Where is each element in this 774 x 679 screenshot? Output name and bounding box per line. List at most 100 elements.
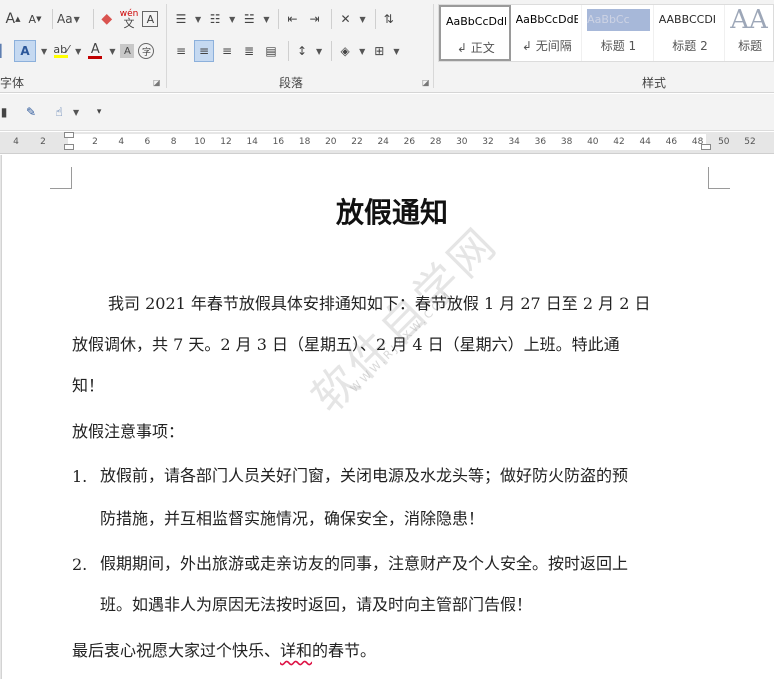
ruler-number: 36 [534,137,547,147]
ruler-number: 42 [613,137,625,147]
list-item-line: 放假前，请各部门人员关好门窗，关闭电源及水龙头等；做好防火防盗的预 [100,466,629,485]
style-title[interactable]: AA 标题 [725,5,773,61]
ruler-number: 4 [118,137,125,147]
ruler-number: 40 [587,137,599,147]
chinese-layout-dropdown[interactable]: ▼ [359,15,365,24]
ruler-number: 24 [377,137,389,147]
separator [52,9,53,29]
document-page[interactable]: 软件自学网 WWW.RJZXW.COM 放假通知 我司 2021 年春节放假具体… [1,155,774,679]
ruler-number: 22 [351,137,363,147]
bullets-icon[interactable]: ☰ [172,8,190,30]
phonetic-guide-button[interactable]: wén 文 [120,8,139,30]
distributed-icon[interactable]: ▤ [262,40,280,62]
ruler-number: 34 [508,137,520,147]
borders-icon[interactable]: ⊞ [370,40,388,62]
font-group-label: 字体 [0,76,25,90]
style-sample: AaBbCcDdE [515,13,579,26]
touch-mode-dropdown[interactable]: ▼ [73,108,79,117]
increase-indent-icon[interactable]: ⇥ [305,8,323,30]
numbering-dropdown[interactable]: ▼ [229,15,235,24]
chinese-layout-icon[interactable]: ✕ [336,8,354,30]
borders-dropdown[interactable]: ▼ [393,47,399,56]
shrink-font-button[interactable]: A ▼ [26,8,44,30]
ruler-number: 38 [560,137,573,147]
hanging-indent-marker[interactable] [64,144,74,150]
document-title: 放假通知 [335,196,448,229]
horizontal-ruler[interactable]: 4 2 2 4 6 8 10 12 14 16 18 20 22 24 26 28 30 32 34 36 38 40 42… [0,132,774,154]
style-sample: AaBbCc [587,9,650,31]
character-shading-button[interactable]: A [120,44,135,58]
paragraph-line: 放假调休，共 7 天。2 月 3 日（星期五）、2 月 4 日（星期六）上班。特… [72,335,620,354]
styles-group-label: 样式 [642,76,667,90]
list-item-line: 防措施，并互相监督实施情况，确保安全，消除隐患！ [100,509,485,528]
strikethrough-icon[interactable]: ▏ [0,40,10,62]
paragraph-dialog-launcher-icon[interactable]: ◪ [422,78,430,87]
highlight-color-button[interactable]: ab⁄ [52,40,70,62]
quick-access-toolbar: ▮ ✎ ☝ ▼ ▾ [0,94,774,131]
style-no-spacing[interactable]: AaBbCcDdE ↲ 无间隔 [511,5,583,61]
closing-text: 的春节。 [312,641,377,660]
style-normal[interactable]: AaBbCcDdE ↲ 正文 [439,5,511,61]
highlight-dropdown[interactable]: ▼ [75,47,81,56]
ruler-number: 50 [718,137,730,147]
edit-form-icon[interactable]: ✎ [22,101,40,123]
styles-gallery: AaBbCcDdE ↲ 正文 AaBbCcDdE ↲ 无间隔 AaBbCc 标题… [438,4,774,62]
ruler-number: 10 [194,137,206,147]
align-right-icon[interactable]: ≡ [218,40,236,62]
style-sample: AA [730,9,768,31]
font-row-2: ▏ A ▼ ab⁄ ▼ A ▼ A 字 [0,40,158,62]
paragraph-line: 我司 2021 年春节放假具体安排通知如下：春节放假 1 月 27 日至 2 月… [108,294,651,313]
ruler-number: 30 [456,137,468,147]
touch-mode-icon[interactable]: ☝ [50,101,68,123]
multilevel-list-icon[interactable]: ☱ [240,8,258,30]
spelling-mark[interactable]: 详和 [280,641,312,660]
text-effects-dropdown[interactable]: ▼ [41,47,47,56]
enclose-characters-button[interactable]: 字 [138,43,155,59]
paragraph-row-2: ≡ ≡ ≡ ≣ ▤ ↕ ▼ ◈ ▼ ⊞ ▼ [172,40,404,62]
first-line-indent-marker[interactable] [64,132,74,138]
paragraph-line: 放假注意事项： [72,422,185,441]
separator [288,41,289,61]
font-color-button[interactable]: A [86,40,104,62]
ruler-number: 14 [246,137,258,147]
font-row-1: A ▲ A ▼ Aa ▼ ◆ wén 文 A [4,8,162,30]
style-name: 标题 2 [672,39,708,53]
sort-icon[interactable]: ⇅ [380,8,398,30]
align-center-icon[interactable]: ≡ [194,40,214,62]
style-sample: AaBbCcDdE [446,15,506,28]
list-item-line: 假期期间，外出旅游或走亲访友的同事，注意财产及个人安全。按时返回上 [100,554,629,573]
paragraph-group-label: 段落 [279,76,304,90]
customize-qat-icon[interactable]: ▾ [90,101,108,123]
ruler-number: 26 [403,137,416,147]
list-number: 2. [72,555,88,574]
font-dialog-launcher-icon[interactable]: ◪ [153,78,161,87]
text-effects-button[interactable]: A [14,40,36,62]
grow-font-button[interactable]: A ▲ [4,8,22,30]
align-left-icon[interactable]: ≡ [172,40,190,62]
separator [331,41,333,61]
grid-icon[interactable]: ▮ [0,101,8,123]
ruler-number: 12 [220,137,232,147]
style-heading-2[interactable]: AABBCCDI 标题 2 [654,5,726,61]
ruler-number: 20 [325,137,337,147]
style-heading-1[interactable]: AaBbCc 标题 1 [582,5,654,61]
change-case-button[interactable]: Aa ▼ [57,8,85,30]
style-name: ↲ 正文 [456,41,495,55]
shading-icon[interactable]: ◈ [336,40,354,62]
ruler-number: 2 [92,137,98,147]
font-color-dropdown[interactable]: ▼ [109,47,115,56]
line-spacing-dropdown[interactable]: ▼ [316,47,322,56]
list-number: 1. [72,467,88,486]
multilevel-dropdown[interactable]: ▼ [263,15,269,24]
shading-dropdown[interactable]: ▼ [359,47,365,56]
justify-icon[interactable]: ≣ [240,40,258,62]
bullets-dropdown[interactable]: ▼ [195,15,201,24]
numbering-icon[interactable]: ☷ [206,8,224,30]
separator [92,9,94,29]
clear-formatting-icon[interactable]: ◆ [98,8,116,30]
decrease-indent-icon[interactable]: ⇤ [283,8,301,30]
style-name: 标题 [738,39,763,53]
line-spacing-icon[interactable]: ↕ [293,40,311,62]
character-border-button[interactable]: A [142,11,159,27]
document-area: 软件自学网 WWW.RJZXW.COM 放假通知 我司 2021 年春节放假具体… [0,155,774,679]
